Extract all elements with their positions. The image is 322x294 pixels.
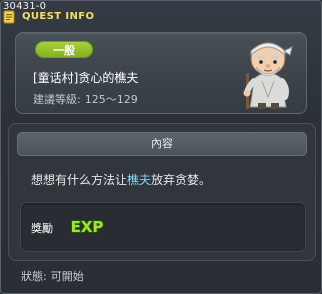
- quest-info-window: 30431-0 QUEST INFO 一般 [童话村]贪心的樵夫 建議等級: 12…: [0, 0, 322, 294]
- level-label: 建議等級:: [33, 93, 81, 106]
- quest-status: 狀態: 可開始: [21, 268, 88, 284]
- reward-box: 獎勵 EXP: [20, 202, 306, 252]
- level-range: 125～129: [84, 93, 138, 106]
- quest-header-panel: 一般 [童话村]贪心的樵夫 建議等級: 125～129: [15, 32, 307, 114]
- window-title: QUEST INFO: [22, 11, 95, 22]
- status-value: 可開始: [50, 270, 84, 283]
- quest-name: [童话村]贪心的樵夫: [33, 71, 139, 85]
- description-suffix: 放弃贪婪。: [151, 173, 212, 187]
- description-prefix: 想想有什么方法让: [31, 173, 128, 187]
- quest-description: 想想有什么方法让樵夫放弃贪婪。: [31, 171, 211, 188]
- exp-text: EXP: [71, 218, 104, 236]
- quest-content-panel: 內容 想想有什么方法让樵夫放弃贪婪。 獎勵 EXP: [8, 123, 316, 261]
- status-label: 狀態:: [21, 270, 47, 283]
- recommended-level: 建議等級: 125～129: [33, 91, 142, 107]
- title-bar[interactable]: QUEST INFO: [1, 9, 322, 25]
- category-badge: 一般: [35, 41, 93, 58]
- quest-scroll-icon: [3, 10, 15, 24]
- reward-label: 獎勵: [31, 222, 53, 235]
- exp-icon[interactable]: EXP: [69, 215, 105, 237]
- old-woodcutter-npc-icon: [243, 42, 293, 109]
- npc-name-link[interactable]: 樵夫: [127, 173, 151, 187]
- content-section-title: 內容: [17, 132, 307, 156]
